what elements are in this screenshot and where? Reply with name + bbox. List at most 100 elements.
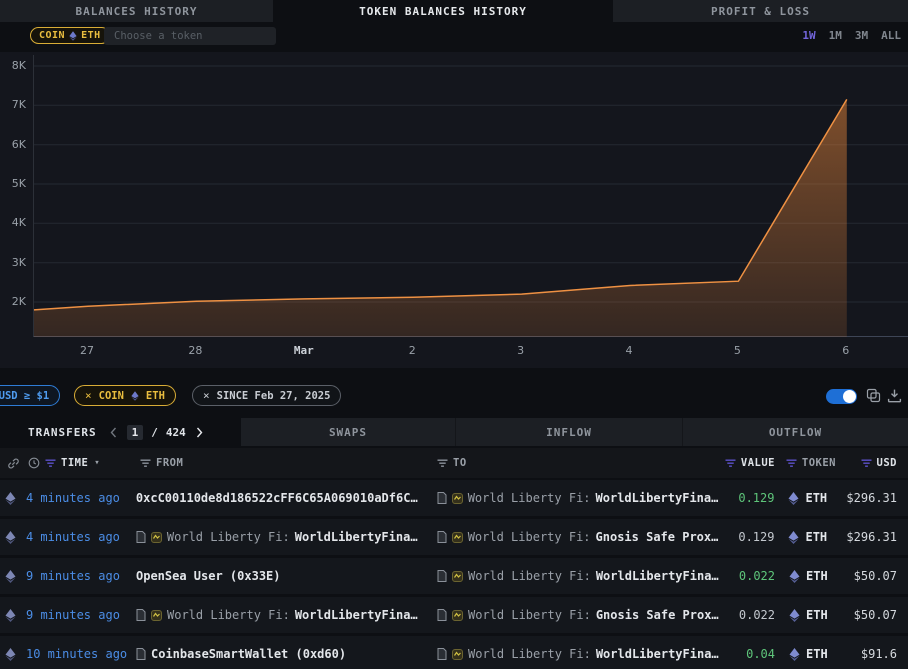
close-icon[interactable]: × xyxy=(203,389,210,402)
eth-chain-icon xyxy=(0,492,26,505)
column-to[interactable]: TO xyxy=(437,448,467,478)
table-row[interactable]: 4 minutes ago 0xcC00110de8d186522cFF6C65… xyxy=(0,480,908,516)
from-address[interactable]: 0xcC00110de8d186522cFF6C65A069010aDf6C… xyxy=(136,491,418,505)
to-name[interactable]: WorldLibertyFina… xyxy=(596,569,719,583)
tx-to[interactable]: World Liberty Fi: WorldLibertyFina… xyxy=(431,647,723,661)
coin-eth-pill[interactable]: COIN ETH xyxy=(30,27,110,44)
tx-from[interactable]: 0xcC00110de8d186522cFF6C65A069010aDf6C… xyxy=(136,491,431,505)
page-current[interactable]: 1 xyxy=(127,425,144,440)
tx-from[interactable]: OpenSea User (0x33E) xyxy=(136,569,431,583)
from-address[interactable]: OpenSea User (0x33E) xyxy=(136,569,281,583)
table-row[interactable]: 4 minutes ago World Liberty Fi: WorldLib… xyxy=(0,519,908,555)
to-name[interactable]: WorldLibertyFina… xyxy=(596,491,719,505)
tx-value: 0.129 xyxy=(723,530,775,544)
document-icon[interactable] xyxy=(136,609,146,621)
tx-from[interactable]: World Liberty Fi: WorldLibertyFina… xyxy=(136,608,431,622)
document-icon[interactable] xyxy=(437,570,447,582)
table-row[interactable]: 10 minutes ago CoinbaseSmartWallet (0xd6… xyxy=(0,636,908,669)
to-name[interactable]: WorldLibertyFina… xyxy=(596,647,719,661)
tx-time[interactable]: 4 minutes ago xyxy=(26,491,136,505)
document-icon[interactable] xyxy=(437,531,447,543)
tx-value: 0.04 xyxy=(723,647,775,661)
filter-icon[interactable] xyxy=(861,459,872,468)
table-row[interactable]: 9 minutes ago OpenSea User (0x33E) World… xyxy=(0,558,908,594)
column-token[interactable]: TOKEN xyxy=(786,448,836,478)
tx-usd: $296.31 xyxy=(846,530,908,544)
filter-icon[interactable] xyxy=(140,459,151,468)
tx-time[interactable]: 4 minutes ago xyxy=(26,530,136,544)
filter-chip-coin-eth[interactable]: × COIN ETH xyxy=(74,385,176,406)
chart-plot-area[interactable] xyxy=(33,55,908,337)
table-row[interactable]: 9 minutes ago World Liberty Fi: WorldLib… xyxy=(0,597,908,633)
column-from[interactable]: FROM xyxy=(140,448,183,478)
from-address[interactable]: CoinbaseSmartWallet (0xd60) xyxy=(151,647,346,661)
filter-chip-usd[interactable]: × USD ≥ $1 xyxy=(0,385,60,406)
tab-inflow[interactable]: INFLOW xyxy=(455,418,682,446)
filter-icon[interactable] xyxy=(437,459,448,468)
range-1m[interactable]: 1M xyxy=(829,29,842,42)
filter-icon[interactable] xyxy=(45,459,56,468)
x-axis-tick-label: 5 xyxy=(734,344,741,357)
column-value[interactable]: VALUE xyxy=(725,448,775,478)
document-icon[interactable] xyxy=(437,492,447,504)
document-icon[interactable] xyxy=(437,609,447,621)
range-3m[interactable]: 3M xyxy=(855,29,868,42)
chevron-down-icon[interactable]: ▾ xyxy=(94,458,100,468)
transfers-label: TRANSFERS xyxy=(28,426,97,439)
tx-to[interactable]: World Liberty Fi: Gnosis Safe Prox… xyxy=(431,530,723,544)
to-name[interactable]: Gnosis Safe Prox… xyxy=(596,608,719,622)
page-next-icon[interactable] xyxy=(196,427,203,438)
column-from-label: FROM xyxy=(156,457,183,469)
range-1w[interactable]: 1W xyxy=(802,29,815,42)
tx-to[interactable]: World Liberty Fi: WorldLibertyFina… xyxy=(431,491,723,505)
from-name[interactable]: WorldLibertyFina… xyxy=(295,608,418,622)
document-icon[interactable] xyxy=(437,648,447,660)
filter-icon[interactable] xyxy=(725,459,736,468)
document-icon[interactable] xyxy=(136,648,146,660)
token-balances-page: { "top_tabs": { "items": [ {"label": "BA… xyxy=(0,0,908,669)
tx-from[interactable]: CoinbaseSmartWallet (0xd60) xyxy=(136,647,431,661)
tx-from[interactable]: World Liberty Fi: WorldLibertyFina… xyxy=(136,530,431,544)
document-icon[interactable] xyxy=(136,531,146,543)
tx-time[interactable]: 9 minutes ago xyxy=(26,569,136,583)
to-name[interactable]: Gnosis Safe Prox… xyxy=(596,530,719,544)
tx-time[interactable]: 9 minutes ago xyxy=(26,608,136,622)
tab-token-balances-history[interactable]: TOKEN BALANCES HISTORY xyxy=(273,0,613,22)
y-axis-tick-label: 2K xyxy=(0,295,26,308)
entity-badge-icon xyxy=(452,610,463,621)
copy-icon[interactable] xyxy=(866,388,881,403)
tx-link-column-icon[interactable] xyxy=(7,448,20,478)
y-axis-tick-label: 8K xyxy=(0,59,26,72)
tab-outflow[interactable]: OUTFLOW xyxy=(682,418,908,446)
column-usd[interactable]: USD xyxy=(861,448,897,478)
tx-to[interactable]: World Liberty Fi: Gnosis Safe Prox… xyxy=(431,608,723,622)
filter-icon[interactable] xyxy=(786,459,797,468)
filter-chip-row: × USD ≥ $1 × COIN ETH × SINCE Feb 27, 20… xyxy=(0,380,908,416)
eth-chain-icon xyxy=(0,609,26,622)
download-icon[interactable] xyxy=(887,388,902,403)
range-all[interactable]: ALL xyxy=(881,29,901,42)
column-time[interactable]: TIME ▾ xyxy=(28,448,100,478)
tab-transfers[interactable]: TRANSFERS 1 / 424 xyxy=(0,418,241,446)
tx-value: 0.022 xyxy=(723,608,775,622)
chip-coin-label: COIN xyxy=(99,390,124,402)
y-axis-tick-label: 3K xyxy=(0,256,26,269)
tx-time[interactable]: 10 minutes ago xyxy=(26,647,136,661)
close-icon[interactable]: × xyxy=(85,389,92,402)
from-name[interactable]: WorldLibertyFina… xyxy=(295,530,418,544)
filter-chip-since-date[interactable]: × SINCE Feb 27, 2025 xyxy=(192,385,341,406)
x-axis-tick-label: 28 xyxy=(188,344,202,357)
tab-swaps[interactable]: SWAPS xyxy=(241,418,455,446)
entity-badge-icon xyxy=(452,532,463,543)
tx-token: ETH xyxy=(789,608,847,622)
page-prev-icon[interactable] xyxy=(110,427,117,438)
tx-to[interactable]: World Liberty Fi: WorldLibertyFina… xyxy=(431,569,723,583)
tab-profit-and-loss[interactable]: PROFIT & LOSS xyxy=(613,0,908,22)
entity-badge-icon xyxy=(452,649,463,660)
usd-filter-toggle[interactable] xyxy=(826,389,857,404)
tab-balances-history[interactable]: BALANCES HISTORY xyxy=(0,0,273,22)
to-entity: World Liberty Fi: xyxy=(468,647,591,661)
token-search-input[interactable] xyxy=(104,27,276,45)
x-axis-tick-label: Mar xyxy=(294,344,314,357)
tx-usd: $50.07 xyxy=(847,608,908,622)
